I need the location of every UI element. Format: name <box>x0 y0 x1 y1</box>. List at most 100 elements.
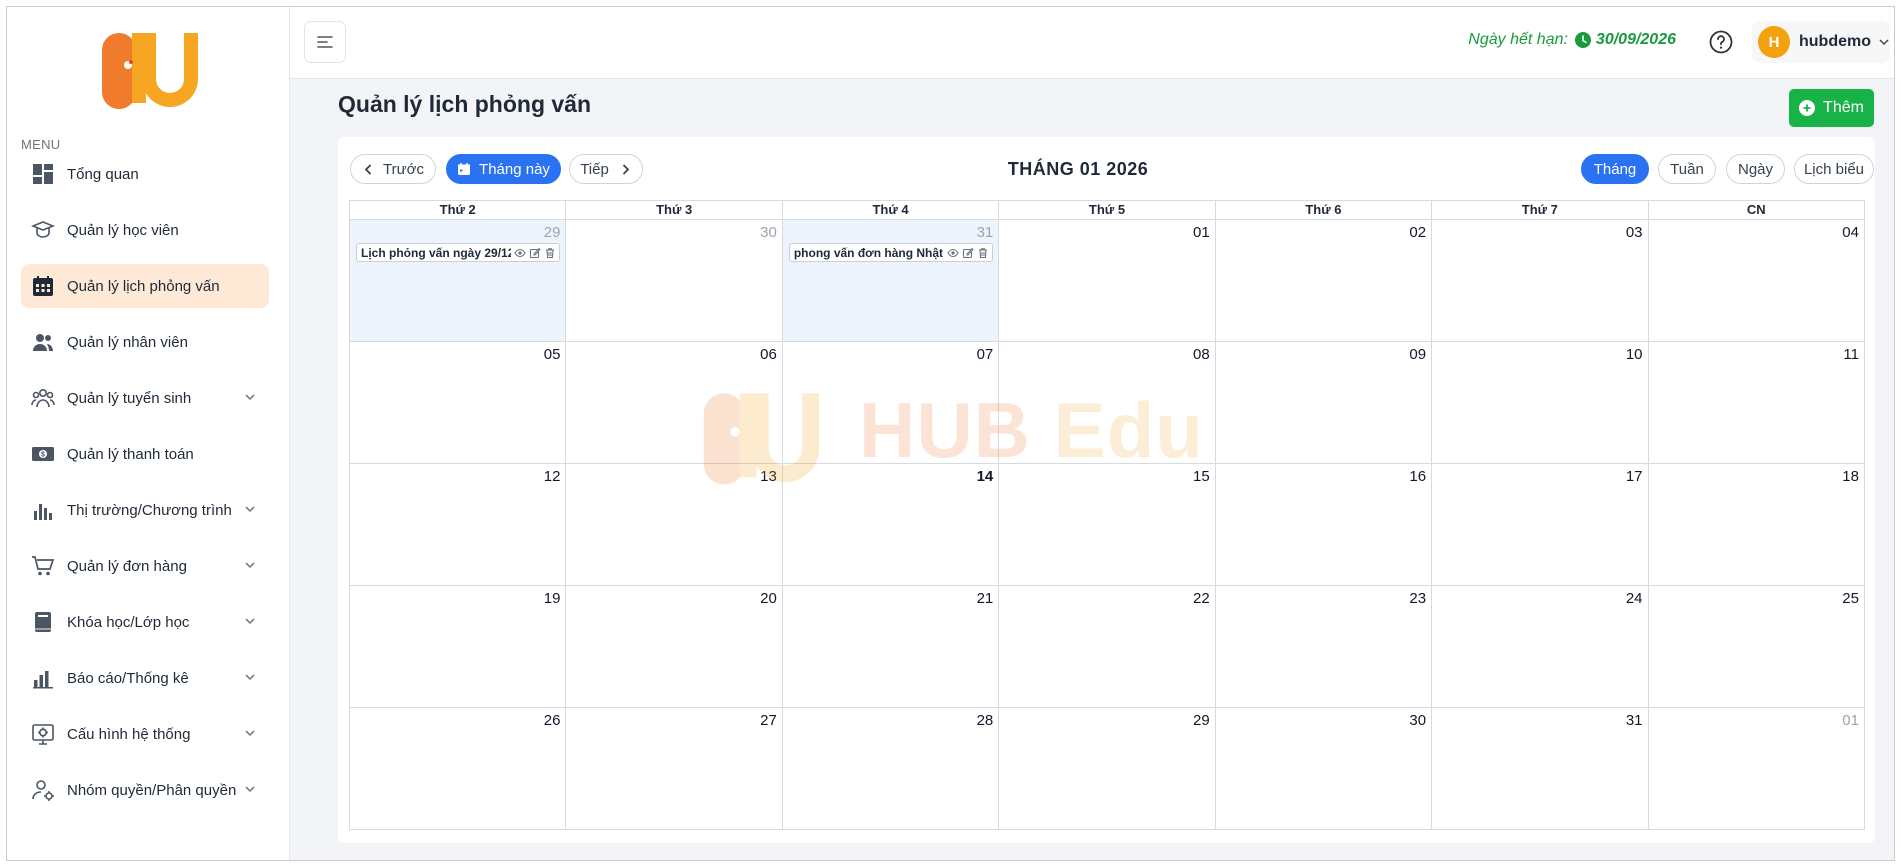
calendar-day-cell[interactable]: 01 <box>999 220 1216 341</box>
money-icon: $ <box>29 440 57 468</box>
sidebar-item-quan-ly-tuyen-sinh[interactable]: Quản lý tuyển sinh <box>21 376 269 420</box>
menu-icon <box>317 36 333 48</box>
app-window: MENU Tổng quan Quản lý học viên Quản lý lị… <box>6 6 1895 861</box>
sidebar-item-cau-hinh-he-thong[interactable]: Cấu hình hệ thống <box>21 712 269 756</box>
sidebar-item-quan-ly-hoc-vien[interactable]: Quản lý học viên <box>21 208 269 252</box>
view-day-button[interactable]: Ngày <box>1726 154 1785 184</box>
weekday-label: Thứ 3 <box>566 201 783 219</box>
calendar-day-cell[interactable]: 15 <box>999 464 1216 585</box>
trash-icon[interactable] <box>977 247 989 259</box>
sidebar-item-tong-quan[interactable]: Tổng quan <box>21 152 269 196</box>
calendar-day-cell[interactable]: 06 <box>566 342 783 463</box>
calendar-event[interactable]: Lịch phỏng vấn ngày 29/12/2025 <box>356 243 561 262</box>
help-icon[interactable] <box>1708 29 1734 55</box>
dashboard-icon <box>29 160 57 188</box>
calendar-card: Trước Tháng này Tiếp THÁNG 01 2026 Tháng… <box>338 137 1875 843</box>
student-icon <box>29 216 57 244</box>
view-agenda-button[interactable]: Lịch biểu <box>1794 154 1874 184</box>
day-number: 29 <box>543 224 561 241</box>
sidebar-item-khoa-hoc-lop-hoc[interactable]: Khóa học/Lớp học <box>21 600 269 644</box>
user-menu[interactable]: H hubdemo <box>1752 21 1890 63</box>
calendar-day-cell[interactable]: 14 <box>783 464 1000 585</box>
sidebar-item-thi-truong-chuong-trinh[interactable]: Thị trường/Chương trình <box>21 488 269 532</box>
calendar-day-cell[interactable]: 21 <box>783 586 1000 707</box>
calendar-day-cell[interactable]: 04 <box>1649 220 1864 341</box>
edit-icon[interactable] <box>962 247 974 259</box>
day-number: 30 <box>1409 712 1427 729</box>
calendar-day-cell[interactable]: 24 <box>1432 586 1649 707</box>
hub-logo[interactable] <box>98 31 198 111</box>
calendar-day-cell[interactable]: 17 <box>1432 464 1649 585</box>
calendar-day-cell[interactable]: 31 <box>1432 708 1649 830</box>
calendar-day-cell[interactable]: 03 <box>1432 220 1649 341</box>
eye-icon[interactable] <box>947 247 959 259</box>
event-title: phong vấn đơn hàng Nhật Bản <box>793 245 944 260</box>
calendar-day-cell[interactable]: 13 <box>566 464 783 585</box>
calendar-day-cell[interactable]: 31 phong vấn đơn hàng Nhật Bản <box>782 220 1000 341</box>
menu-toggle-button[interactable] <box>304 21 346 63</box>
add-button[interactable]: Thêm <box>1789 89 1874 127</box>
view-week-button[interactable]: Tuần <box>1658 154 1716 184</box>
calendar-day-cell[interactable]: 20 <box>566 586 783 707</box>
eye-icon[interactable] <box>514 247 527 259</box>
calendar-day-cell[interactable]: 22 <box>999 586 1216 707</box>
weekday-label: CN <box>1746 202 1766 217</box>
calendar-day-cell[interactable]: 23 <box>1216 586 1433 707</box>
next-button[interactable]: Tiếp <box>569 154 643 184</box>
view-month-button[interactable]: Tháng <box>1581 154 1649 184</box>
sidebar-item-label: Quản lý nhân viên <box>67 333 188 351</box>
edit-icon[interactable] <box>529 247 542 259</box>
sidebar-item-nhom-quyen-phan-quyen[interactable]: Nhóm quyền/Phân quyền <box>21 768 269 812</box>
day-number: 03 <box>1625 224 1643 241</box>
book-icon <box>29 608 57 636</box>
day-number: 05 <box>543 346 561 363</box>
chevron-down-icon <box>245 730 255 737</box>
day-number: 30 <box>760 224 777 241</box>
day-number: 09 <box>1409 346 1427 363</box>
calendar-day-cell[interactable]: 12 <box>350 464 567 585</box>
calendar-day-cell[interactable]: 09 <box>1216 342 1433 463</box>
user-gear-icon <box>29 776 57 804</box>
sidebar-item-quan-ly-don-hang[interactable]: Quản lý đơn hàng <box>21 544 269 588</box>
day-number: 20 <box>760 590 777 607</box>
calendar-day-cell[interactable]: 01 <box>1649 708 1864 830</box>
calendar-day-cell[interactable]: 05 <box>350 342 567 463</box>
prev-label: Trước <box>383 160 424 178</box>
event-actions <box>511 247 559 259</box>
calendar-day-cell[interactable]: 18 <box>1649 464 1864 585</box>
sidebar-item-bao-cao-thong-ke[interactable]: Báo cáo/Thống kê <box>21 656 269 700</box>
calendar-day-cell[interactable]: 16 <box>1216 464 1433 585</box>
calendar-day-cell[interactable]: 29 Lịch phỏng vấn ngày 29/12/2025 <box>350 220 567 341</box>
calendar-title: THÁNG 01 2026 <box>1007 159 1149 179</box>
trash-icon[interactable] <box>544 247 556 259</box>
calendar-day-cell[interactable]: 11 <box>1649 342 1864 463</box>
calendar-day-cell[interactable]: 10 <box>1432 342 1649 463</box>
calendar-day-cell[interactable]: 29 <box>999 708 1216 830</box>
sidebar-item-quan-ly-nhan-vien[interactable]: Quản lý nhân viên <box>21 320 269 364</box>
calendar-day-cell[interactable]: 02 <box>1216 220 1433 341</box>
sidebar-item-quan-ly-thanh-toan[interactable]: $ Quản lý thanh toán <box>21 432 269 476</box>
calendar-day-cell[interactable]: 30 <box>566 220 783 341</box>
sidebar-item-quan-ly-lich-phong-van[interactable]: Quản lý lịch phỏng vấn <box>21 264 269 308</box>
calendar-day-cell[interactable]: 26 <box>350 708 567 830</box>
calendar-day-cell[interactable]: 30 <box>1216 708 1433 830</box>
calendar-icon <box>29 272 57 300</box>
chevron-down-icon <box>245 674 255 681</box>
bar-chart-icon <box>29 496 57 524</box>
prev-button[interactable]: Trước <box>350 154 436 184</box>
calendar-day-cell[interactable]: 08 <box>999 342 1216 463</box>
calendar-day-cell[interactable]: 19 <box>350 586 567 707</box>
calendar-day-cell[interactable]: 27 <box>566 708 783 830</box>
user-name: hubdemo <box>1799 33 1871 50</box>
calendar-day-cell[interactable]: 07 <box>783 342 1000 463</box>
calendar-event[interactable]: phong vấn đơn hàng Nhật Bản <box>788 243 994 262</box>
calendar-day-cell[interactable]: 25 <box>1649 586 1864 707</box>
this-month-label: Tháng này <box>479 160 550 178</box>
this-month-button[interactable]: Tháng này <box>446 154 561 184</box>
day-number: 16 <box>1409 468 1427 485</box>
calendar-day-cell[interactable]: 28 <box>783 708 1000 830</box>
day-number: 06 <box>760 346 777 363</box>
menu-caption: MENU <box>21 137 61 152</box>
day-number: 07 <box>976 346 994 363</box>
sidebar-item-label: Khóa học/Lớp học <box>67 613 190 631</box>
